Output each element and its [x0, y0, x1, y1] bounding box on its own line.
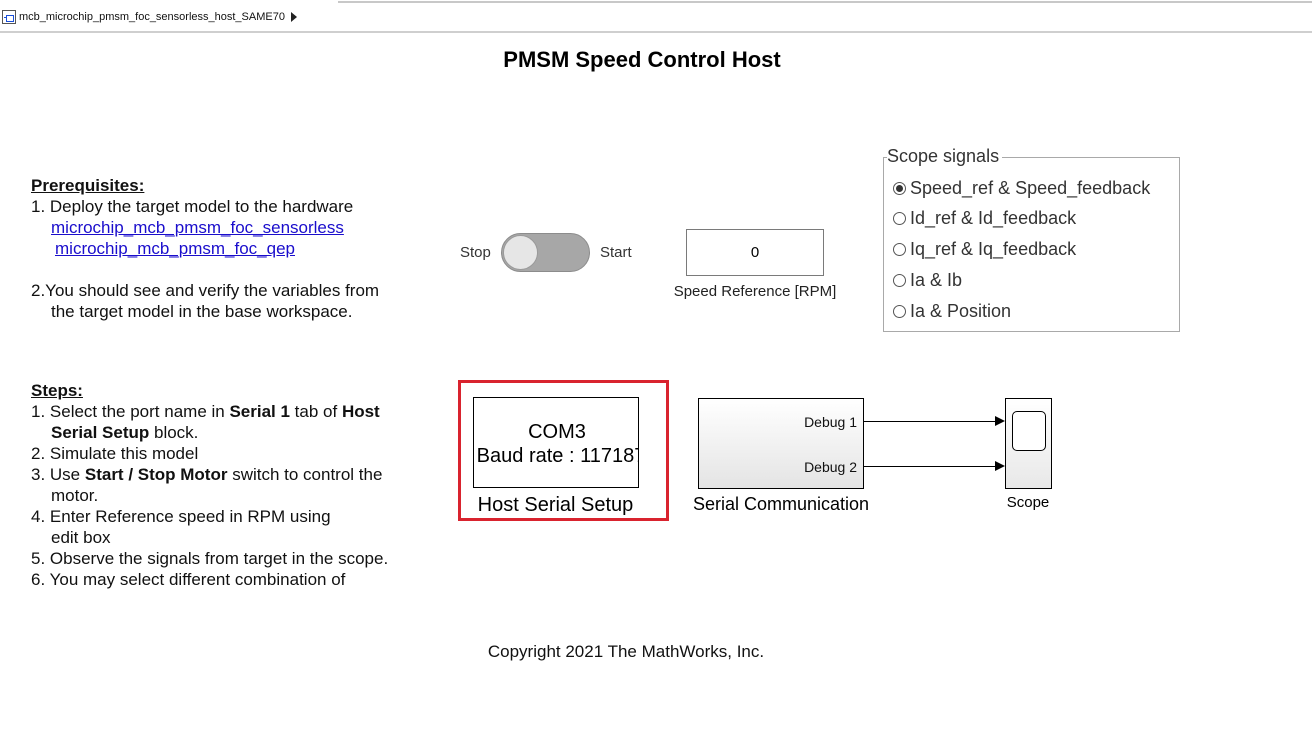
toggle-stop-label: Stop [460, 244, 491, 261]
start-stop-motor-switch[interactable] [501, 233, 590, 272]
step-4-cont: edit box [51, 528, 111, 547]
port-debug-2: Debug 2 [804, 459, 857, 475]
serial-communication-caption[interactable]: Serial Communication [693, 494, 869, 515]
toggle-start-label: Start [600, 244, 632, 261]
step-3-cont: motor. [51, 486, 99, 505]
prerequisite-item-2-cont: the target model in the base workspace. [51, 302, 353, 321]
radio-button[interactable] [893, 242, 906, 256]
top-divider [338, 1, 1312, 3]
step-1: 1. Select the port name in Serial 1 tab … [31, 402, 380, 421]
link-qep-model[interactable]: microchip_mcb_pmsm_foc_qep [55, 239, 295, 258]
host-serial-setup-caption[interactable]: Host Serial Setup [458, 494, 653, 517]
scope-caption[interactable]: Scope [988, 494, 1068, 511]
prerequisite-item-2: 2.You should see and verify the variable… [31, 281, 380, 300]
radio-speed[interactable]: Speed_ref & Speed_feedback [893, 177, 1150, 199]
switch-knob[interactable] [503, 235, 538, 270]
step-1-cont: Serial Setup block. [51, 423, 199, 442]
copyright-notice: Copyright 2021 The MathWorks, Inc. [487, 642, 765, 661]
page-title: PMSM Speed Control Host [503, 47, 781, 72]
com-port-label: COM3 [528, 421, 586, 443]
prerequisite-item-1: 1. Deploy the target model to the hardwa… [31, 197, 354, 216]
signal-line-debug-2[interactable] [864, 466, 995, 467]
radio-ia-ib[interactable]: Ia & Ib [893, 269, 962, 291]
radio-button-selected[interactable] [893, 181, 906, 195]
host-serial-setup-block[interactable]: COM3 Baud rate : 117187 [473, 397, 639, 488]
steps-section: Steps: 1. Select the port name in Serial… [31, 380, 431, 590]
breadcrumb-bar: mcb_microchip_pmsm_foc_sensorless_host_S… [0, 0, 1312, 34]
signal-line-debug-1[interactable] [864, 421, 995, 422]
model-icon [2, 10, 16, 24]
speed-reference-input[interactable]: 0 [686, 229, 824, 276]
port-debug-1: Debug 1 [804, 414, 857, 430]
baud-rate-label: Baud rate : 117187 [476, 445, 639, 467]
breadcrumb-model-name[interactable]: mcb_microchip_pmsm_foc_sensorless_host_S… [19, 11, 285, 23]
breadcrumb[interactable]: mcb_microchip_pmsm_foc_sensorless_host_S… [2, 8, 297, 26]
radio-id[interactable]: Id_ref & Id_feedback [893, 207, 1076, 229]
steps-heading: Steps: [31, 381, 83, 400]
radio-iq[interactable]: Iq_ref & Iq_feedback [893, 238, 1076, 260]
radio-button[interactable] [893, 273, 906, 287]
radio-ia-position[interactable]: Ia & Position [893, 300, 1011, 322]
scope-icon [1012, 411, 1046, 451]
scope-signals-legend: Scope signals [887, 146, 1003, 167]
link-sensorless-model[interactable]: microchip_mcb_pmsm_foc_sensorless [51, 218, 344, 237]
scope-block[interactable] [1005, 398, 1052, 489]
serial-communication-block[interactable]: Debug 1 Debug 2 [698, 398, 864, 489]
arrowhead-icon [995, 416, 1005, 426]
step-6: 6. You may select different combination … [31, 570, 346, 589]
prerequisites-heading: Prerequisites: [31, 176, 145, 195]
arrowhead-icon [995, 461, 1005, 471]
bottom-divider [0, 31, 1312, 33]
step-5: 5. Observe the signals from target in th… [31, 549, 389, 568]
step-4: 4. Enter Reference speed in RPM using [31, 507, 331, 526]
chevron-right-icon[interactable] [290, 12, 297, 22]
step-3: 3. Use Start / Stop Motor switch to cont… [31, 465, 383, 484]
radio-button[interactable] [893, 211, 906, 225]
step-2: 2. Simulate this model [31, 444, 199, 463]
prerequisites-section: Prerequisites: 1. Deploy the target mode… [31, 175, 431, 322]
speed-reference-label: Speed Reference [RPM] [673, 283, 837, 300]
radio-button[interactable] [893, 304, 906, 318]
